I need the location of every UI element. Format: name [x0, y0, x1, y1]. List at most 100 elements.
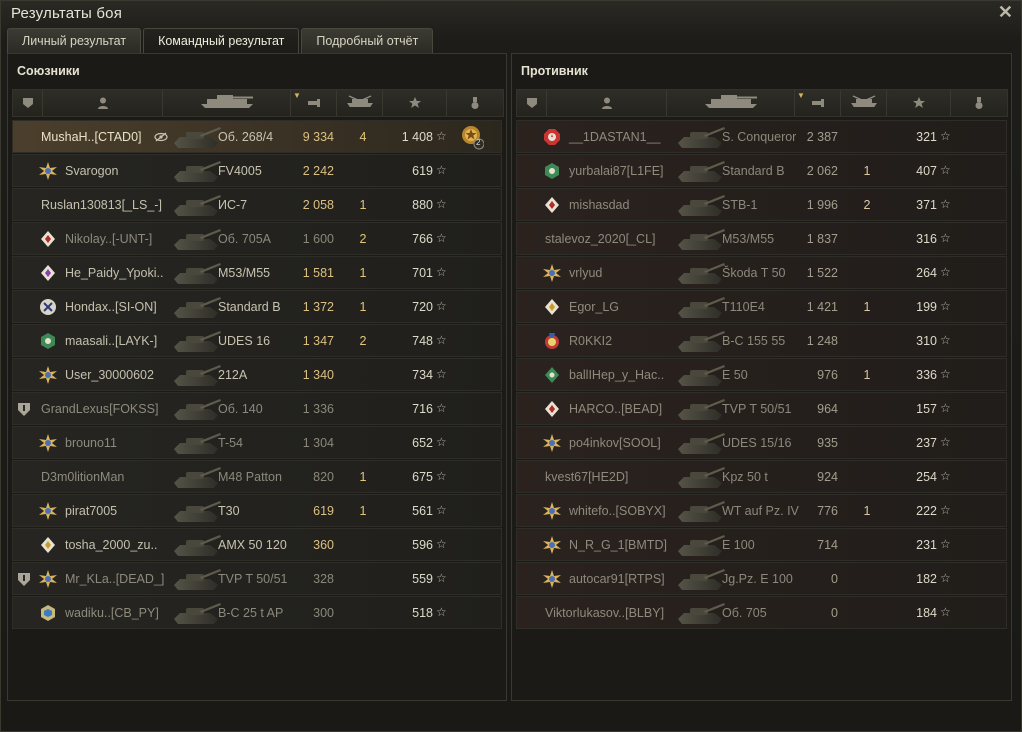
star-icon: ☆	[940, 333, 951, 347]
header-kills-column[interactable]	[841, 90, 887, 116]
damage-value: 1 421	[806, 300, 838, 314]
gold-star-badge-icon	[543, 570, 561, 588]
medal-count: 2	[476, 138, 481, 147]
enemies-player-row[interactable]: vrlyud Škoda T 50 1 522 264 ☆	[516, 256, 1007, 289]
player-name: __1DASTAN1__	[569, 130, 661, 144]
enemies-player-row[interactable]: ballIHep_y_Hac.. E 50 976 1 336 ☆	[516, 358, 1007, 391]
star-icon: ☆	[940, 401, 951, 415]
star-icon: ☆	[940, 537, 951, 551]
enemies-player-row[interactable]: __1DASTAN1__ S. Conqueror 2 387 321 ☆	[516, 120, 1007, 153]
star-icon: ☆	[436, 469, 447, 483]
tank-name: Об. 268/4	[218, 130, 274, 144]
header-tank-column[interactable]	[163, 90, 291, 116]
allies-player-row[interactable]: Ruslan130813[_LS_-] ИС-7 2 058 1 880 ☆	[12, 188, 502, 221]
tank-icon	[674, 327, 726, 355]
tank-icon	[674, 293, 726, 321]
header-platoon-column[interactable]	[13, 90, 43, 116]
tab-detailed-report[interactable]: Подробный отчёт	[301, 28, 434, 53]
damage-value: 1 248	[806, 334, 838, 348]
allies-player-row[interactable]: maasali..[LAYK-] UDES 16 1 347 2 748 ☆	[12, 324, 502, 357]
star-icon: ☆	[436, 197, 447, 211]
allies-player-row[interactable]: tosha_2000_zu.. AMX 50 120 360 596 ☆	[12, 528, 502, 561]
enemies-player-row[interactable]: R0KKI2 B-C 155 55 1 248 310 ☆	[516, 324, 1007, 357]
header-damage-column[interactable]: ▼	[795, 90, 841, 116]
window-title: Результаты боя	[11, 5, 123, 22]
allies-player-row[interactable]: D3m0litionMan M48 Patton 820 1 675 ☆	[12, 460, 502, 493]
tank-icon	[170, 429, 222, 457]
red-medal-badge-icon	[543, 332, 561, 350]
player-name: mishasdad	[569, 198, 630, 212]
enemies-player-row[interactable]: po4inkov[SOOL] UDES 15/16 935 237 ☆	[516, 426, 1007, 459]
allies-player-row[interactable]: MushaH..[CTAD0] Об. 268/4 9 334 4 1 408 ☆ 2	[12, 120, 502, 153]
damage-value: 1 581	[302, 266, 334, 280]
tank-icon	[674, 463, 726, 491]
xp-value: 518	[412, 606, 433, 620]
tank-name: Standard B	[722, 164, 785, 178]
allies-player-row[interactable]: Nikolay..[-UNT-] Об. 705А 1 600 2 766 ☆	[12, 222, 502, 255]
allies-player-row[interactable]: GrandLexus[FOKSS] Об. 140 1 336 716 ☆	[12, 392, 502, 425]
close-icon[interactable]: ✕	[998, 2, 1013, 23]
xp-value: 157	[916, 402, 937, 416]
allies-player-row[interactable]: pirat7005 T30 619 1 561 ☆	[12, 494, 502, 527]
tank-name: TVP T 50/51	[218, 572, 288, 586]
allies-player-row[interactable]: Svarogon FV4005 2 242 619 ☆	[12, 154, 502, 187]
damage-value: 1 600	[302, 232, 334, 246]
star-icon: ☆	[436, 571, 447, 585]
header-tank-column[interactable]	[667, 90, 795, 116]
enemies-player-row[interactable]: Viktorlukasov..[BLBY] Об. 705 0 184 ☆	[516, 596, 1007, 629]
mastery-medal-icon[interactable]: 2	[460, 124, 485, 150]
allies-player-row[interactable]: He_Paidy_Ypoki.. M53/M55 1 581 1 701 ☆	[12, 256, 502, 289]
enemies-rows: __1DASTAN1__ S. Conqueror 2 387 321 ☆ yurbala…	[516, 120, 1007, 630]
player-name: kvest67[HE2D]	[545, 470, 629, 484]
header-platoon-column[interactable]	[517, 90, 547, 116]
header-kills-column[interactable]	[337, 90, 383, 116]
gold-star-badge-icon	[39, 570, 57, 588]
allies-player-row[interactable]: Hondax..[SI-ON] Standard B 1 372 1 720 ☆	[12, 290, 502, 323]
enemies-player-row[interactable]: HARCO..[BEAD] TVP T 50/51 964 157 ☆	[516, 392, 1007, 425]
kills-value: 1	[359, 266, 367, 280]
tab-personal-result[interactable]: Личный результат	[7, 28, 142, 53]
enemies-player-row[interactable]: mishasdad STB-1 1 996 2 371 ☆	[516, 188, 1007, 221]
gold-star-badge-icon	[39, 434, 57, 452]
enemies-player-row[interactable]: N_R_G_1[BMTD] E 100 714 231 ☆	[516, 528, 1007, 561]
header-xp-star-column[interactable]	[383, 90, 447, 116]
kills-value: 2	[863, 198, 871, 212]
header-xp-star-column[interactable]	[887, 90, 951, 116]
header-player-column[interactable]	[547, 90, 667, 116]
green-hexagon-badge-icon	[543, 162, 561, 180]
enemies-player-row[interactable]: yurbalai87[L1FE] Standard B 2 062 1 407 ☆	[516, 154, 1007, 187]
damage-value: 360	[313, 538, 334, 552]
header-damage-column[interactable]: ▼	[291, 90, 337, 116]
header-player-column[interactable]	[43, 90, 163, 116]
xp-value: 336	[916, 368, 937, 382]
allies-player-row[interactable]: Mr_KLa..[DEAD_] TVP T 50/51 328 559 ☆	[12, 562, 502, 595]
allies-player-row[interactable]: User_30000602 212A 1 340 734 ☆	[12, 358, 502, 391]
enemies-player-row[interactable]: kvest67[HE2D] Kpz 50 t 924 254 ☆	[516, 460, 1007, 493]
star-icon: ☆	[436, 503, 447, 517]
header-medal-column[interactable]	[951, 90, 1007, 116]
star-icon: ☆	[940, 299, 951, 313]
tab-team-result[interactable]: Командный результат	[143, 28, 300, 53]
player-name: GrandLexus[FOKSS]	[41, 402, 159, 416]
star-icon: ☆	[940, 231, 951, 245]
green-hexagon-badge-icon	[39, 332, 57, 350]
enemies-player-row[interactable]: stalevoz_2020[_CL] M53/M55 1 837 316 ☆	[516, 222, 1007, 255]
tank-icon	[170, 395, 222, 423]
xp-value: 880	[412, 198, 433, 212]
allies-player-row[interactable]: wadiku..[CB_PY] B-C 25 t AP 300 518 ☆	[12, 596, 502, 629]
damage-value: 2 387	[806, 130, 838, 144]
enemies-player-row[interactable]: whitefo..[SOBYX] WT auf Pz. IV 776 1 222 ☆	[516, 494, 1007, 527]
enemies-player-row[interactable]: autocar91[RTPS] Jg.Pz. E 100 0 182 ☆	[516, 562, 1007, 595]
tank-icon	[674, 565, 726, 593]
header-medal-column[interactable]	[447, 90, 503, 116]
gold-star-badge-icon	[543, 434, 561, 452]
sort-arrow-icon: ▼	[293, 91, 301, 100]
allies-rows: MushaH..[CTAD0] Об. 268/4 9 334 4 1 408 ☆ 2 Sva…	[12, 120, 502, 630]
star-icon: ☆	[940, 197, 951, 211]
xp-value: 675	[412, 470, 433, 484]
star-icon: ☆	[940, 129, 951, 143]
red-diamond-badge-icon	[39, 230, 57, 248]
star-icon: ☆	[940, 163, 951, 177]
allies-player-row[interactable]: brouno11 T-54 1 304 652 ☆	[12, 426, 502, 459]
enemies-player-row[interactable]: Egor_LG T110E4 1 421 1 199 ☆	[516, 290, 1007, 323]
